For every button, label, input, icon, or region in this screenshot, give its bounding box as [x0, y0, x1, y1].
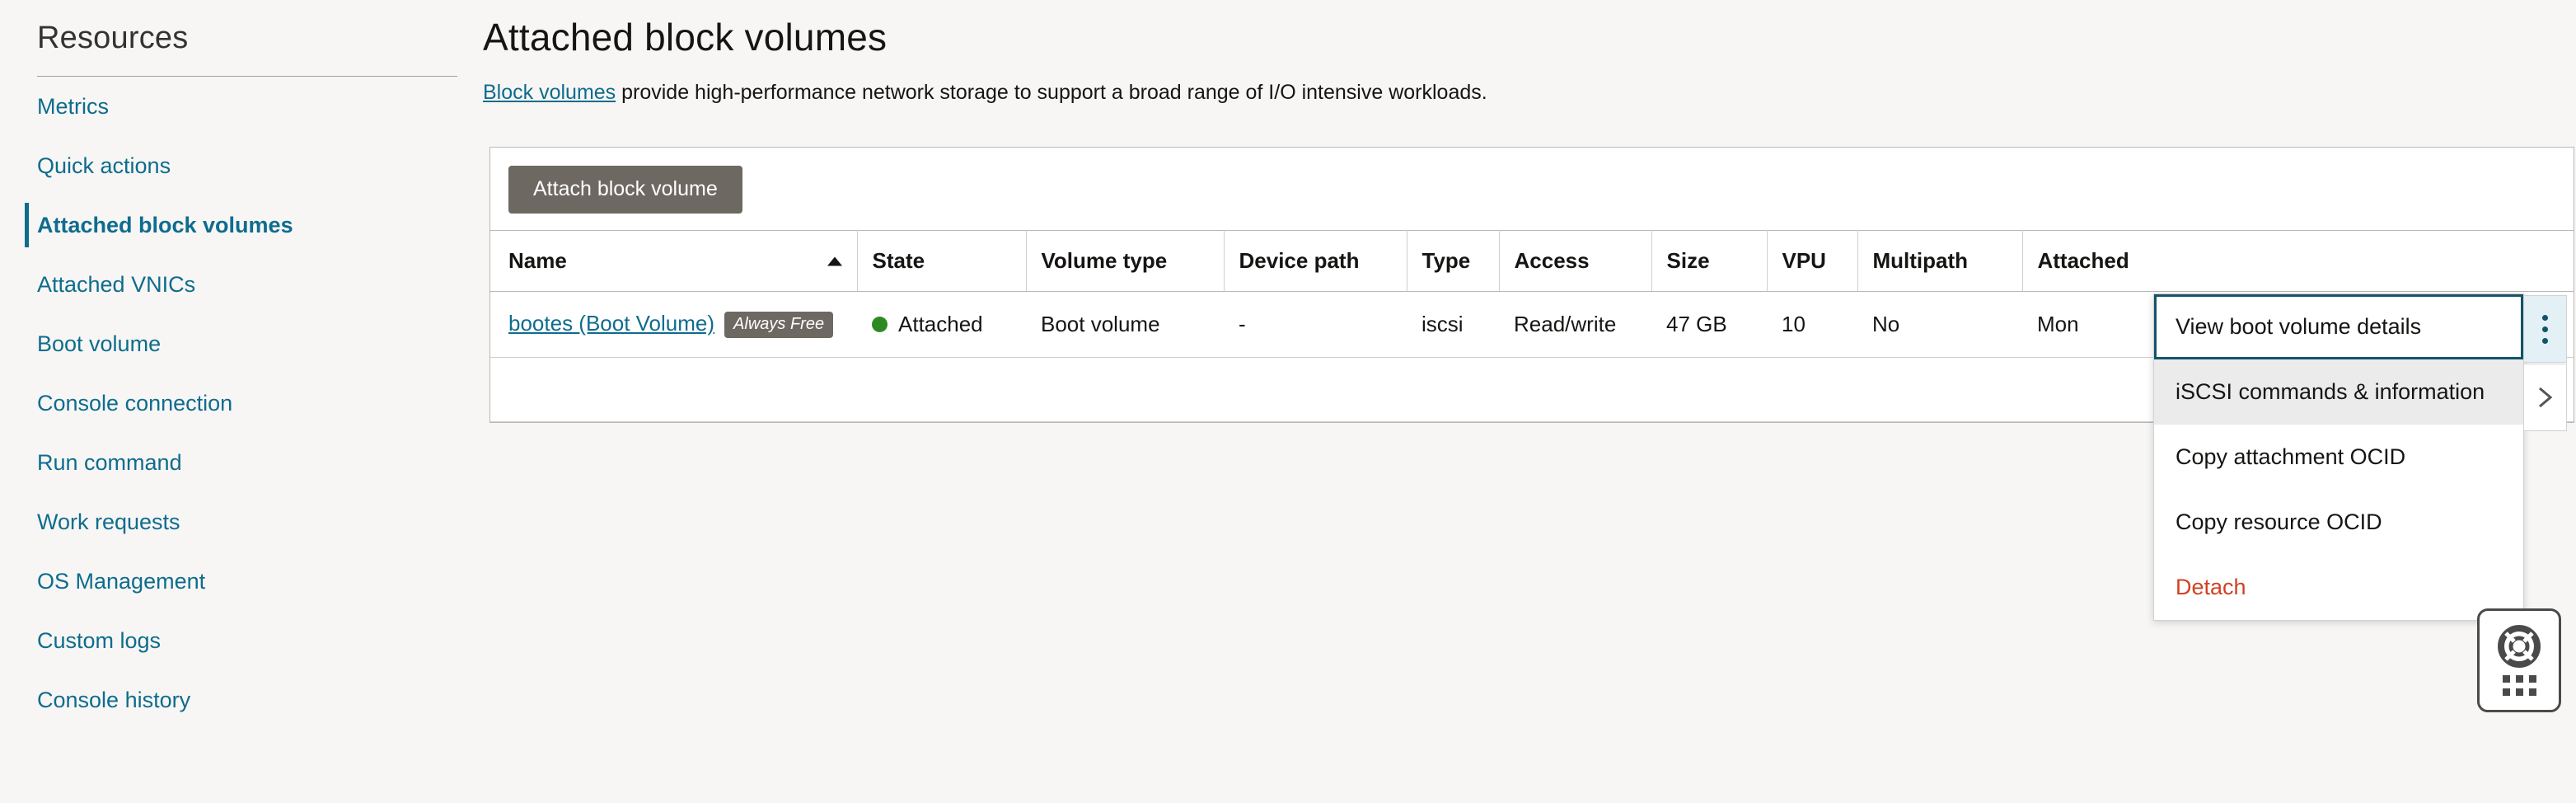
status-badge: Attached	[898, 312, 983, 336]
column-header-name[interactable]: Name	[490, 230, 858, 292]
column-header-access[interactable]: Access	[1499, 230, 1652, 292]
cell-name: bootes (Boot Volume) Always Free	[490, 291, 857, 358]
column-header-state[interactable]: State	[857, 230, 1027, 292]
column-header-device-path[interactable]: Device path	[1224, 230, 1407, 292]
menu-item-detach[interactable]: Detach	[2154, 555, 2523, 620]
sidebar-item-label: Run command	[37, 449, 182, 475]
sidebar-item-label: Console history	[37, 687, 191, 712]
page-description: Block volumes provide high-performance n…	[483, 81, 2576, 105]
submenu-expand-button[interactable]	[2524, 364, 2567, 431]
sidebar-item-os-management[interactable]: OS Management	[25, 552, 470, 611]
sidebar-item-custom-logs[interactable]: Custom logs	[25, 611, 470, 670]
help-widget-button[interactable]	[2477, 608, 2561, 712]
cell-size: 47 GB	[1651, 291, 1767, 358]
resources-sidebar: Resources Metrics Quick actions Attached b…	[0, 0, 470, 803]
sidebar-item-console-history[interactable]: Console history	[25, 670, 470, 730]
attach-block-volume-button[interactable]: Attach block volume	[508, 166, 742, 214]
column-header-type[interactable]: Type	[1407, 230, 1500, 292]
kebab-dot-icon	[2542, 337, 2548, 344]
block-volumes-link[interactable]: Block volumes	[483, 81, 616, 104]
menu-item-label: Copy resource OCID	[2176, 510, 2382, 534]
menu-item-label: View boot volume details	[2176, 314, 2422, 339]
sidebar-item-run-command[interactable]: Run command	[25, 433, 470, 492]
column-header-size[interactable]: Size	[1651, 230, 1768, 292]
menu-item-label: iSCSI commands & information	[2176, 379, 2485, 404]
row-actions-kebab-button[interactable]	[2524, 295, 2567, 363]
sidebar-item-metrics[interactable]: Metrics	[25, 77, 470, 136]
sidebar-item-console-connection[interactable]: Console connection	[25, 373, 470, 433]
sidebar-item-work-requests[interactable]: Work requests	[25, 492, 470, 552]
kebab-dot-icon	[2542, 326, 2548, 332]
sidebar-item-label: Attached block volumes	[37, 212, 293, 237]
life-ring-icon	[2498, 625, 2541, 668]
sidebar-item-label: Quick actions	[37, 153, 171, 178]
column-header-multipath[interactable]: Multipath	[1857, 230, 2023, 292]
menu-item-copy-attachment-ocid[interactable]: Copy attachment OCID	[2154, 425, 2523, 490]
cell-multipath: No	[1857, 291, 2022, 358]
table-header-row: Name State Volume type Device path Type …	[490, 230, 2574, 292]
menu-item-label: Detach	[2176, 575, 2246, 599]
sidebar-item-label: Work requests	[37, 509, 180, 534]
page-description-text: provide high-performance network storage…	[616, 81, 1487, 104]
menu-item-label: Copy attachment OCID	[2176, 444, 2406, 469]
sort-ascending-icon[interactable]	[827, 256, 842, 265]
cell-vpu: 10	[1767, 291, 1857, 358]
row-context-menu: View boot volume details iSCSI commands &…	[2153, 293, 2524, 621]
volume-name-link[interactable]: bootes (Boot Volume)	[508, 311, 714, 336]
always-free-badge: Always Free	[724, 312, 834, 338]
sidebar-heading: Resources	[37, 21, 189, 55]
sidebar-item-attached-vnics[interactable]: Attached VNICs	[25, 255, 470, 314]
cell-access: Read/write	[1499, 291, 1651, 358]
sidebar-item-label: Console connection	[37, 390, 233, 416]
page-title: Attached block volumes	[483, 16, 888, 59]
sidebar-item-label: Attached VNICs	[37, 271, 196, 297]
sidebar-nav: Metrics Quick actions Attached block volum…	[25, 77, 470, 730]
cell-state: Attached	[857, 291, 1026, 358]
cell-volume-type: Boot volume	[1026, 291, 1224, 358]
sidebar-item-boot-volume[interactable]: Boot volume	[25, 314, 470, 373]
app-grid-icon	[2502, 675, 2536, 696]
menu-item-iscsi-commands-information[interactable]: iSCSI commands & information	[2154, 359, 2523, 425]
table-toolbar: Attach block volume	[490, 148, 2574, 230]
cell-device-path: -	[1224, 291, 1407, 358]
column-header-vpu[interactable]: VPU	[1767, 230, 1858, 292]
sidebar-item-label: Metrics	[37, 93, 109, 119]
sidebar-item-attached-block-volumes[interactable]: Attached block volumes	[25, 195, 470, 255]
kebab-dot-icon	[2542, 314, 2548, 321]
sidebar-item-quick-actions[interactable]: Quick actions	[25, 136, 470, 195]
sidebar-item-label: Custom logs	[37, 627, 162, 653]
status-dot-icon	[872, 317, 888, 332]
column-header-attached[interactable]: Attached	[2022, 230, 2574, 292]
cell-type: iscsi	[1407, 291, 1499, 358]
menu-item-copy-resource-ocid[interactable]: Copy resource OCID	[2154, 490, 2523, 555]
table-head: Name State Volume type Device path Type …	[490, 230, 2574, 292]
chevron-right-icon	[2538, 387, 2552, 408]
column-header-volume-type[interactable]: Volume type	[1026, 230, 1225, 292]
sidebar-item-label: Boot volume	[37, 331, 162, 356]
menu-item-view-boot-volume-details[interactable]: View boot volume details	[2154, 294, 2523, 359]
sidebar-item-label: OS Management	[37, 568, 206, 594]
column-label-name: Name	[508, 247, 567, 273]
